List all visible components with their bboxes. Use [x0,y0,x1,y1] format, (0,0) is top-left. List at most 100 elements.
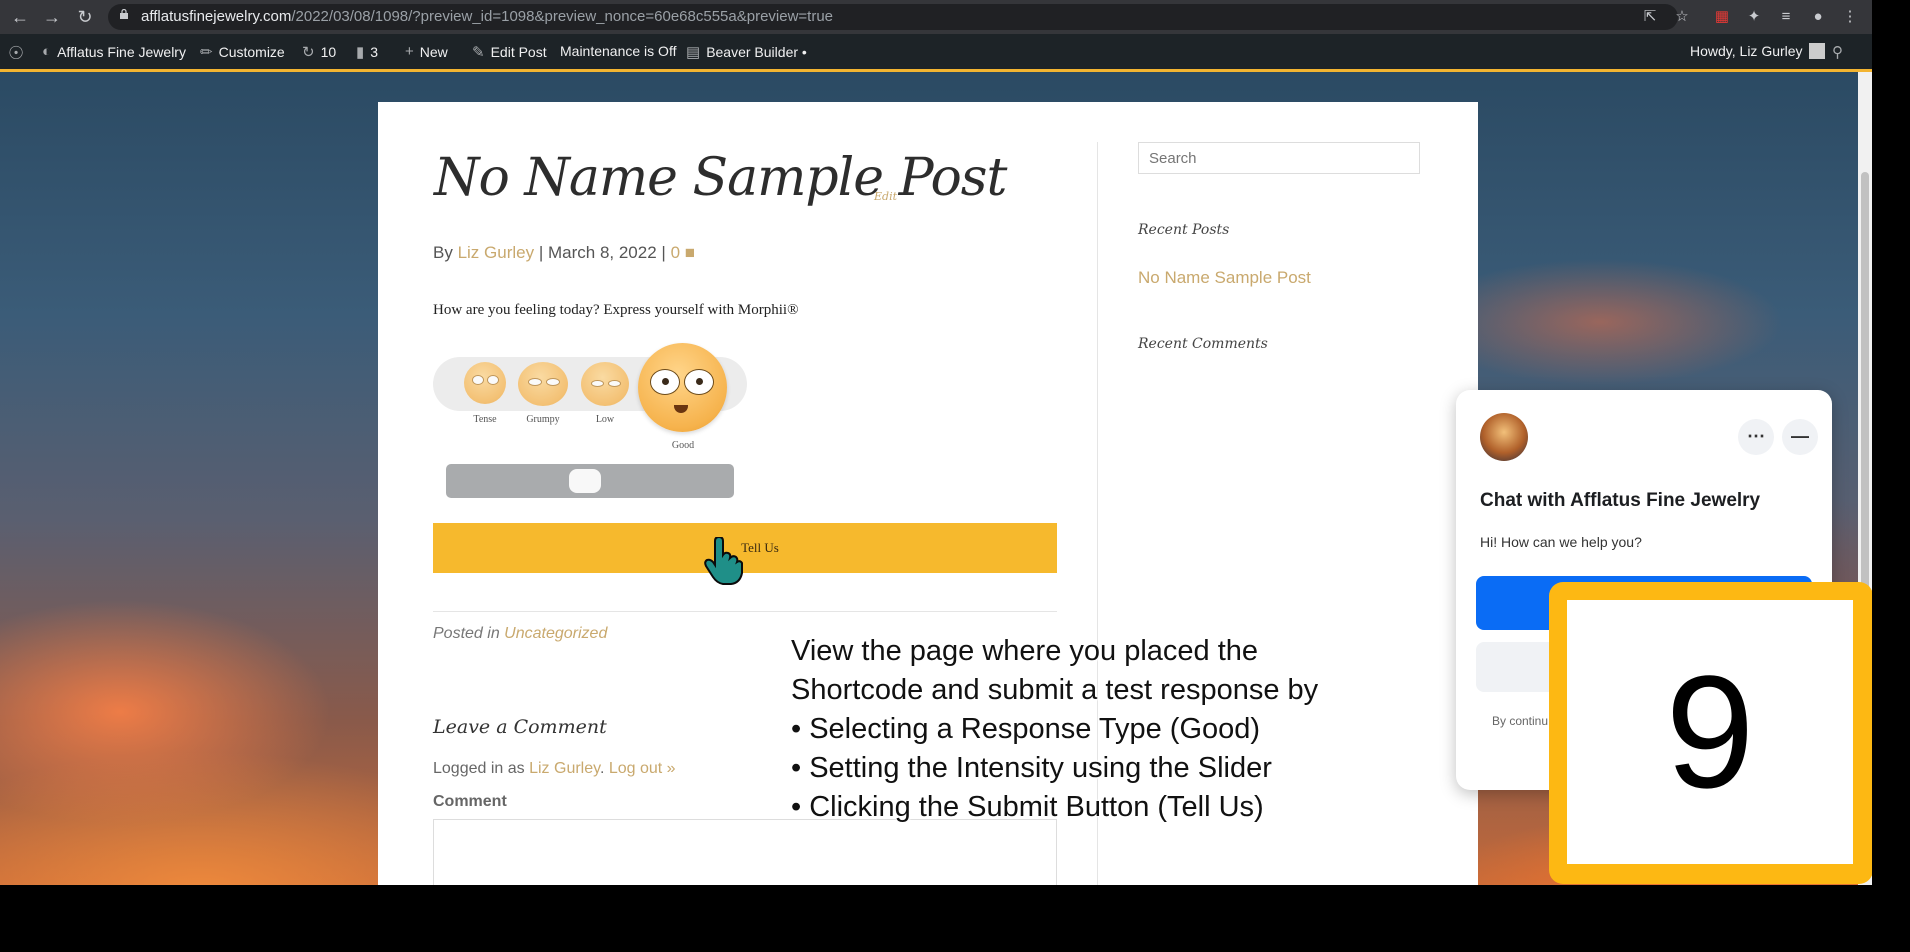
brush-icon: ✏ [200,44,213,61]
plus-icon: + [405,43,414,60]
howdy-label: Howdy, Liz Gurley [1690,43,1803,59]
hand-cursor-icon [704,537,743,585]
maintenance-label: Maintenance is Off [560,43,677,59]
logged-in-line: Logged in as Liz Gurley. Log out » [433,760,676,777]
comment-label: Comment [433,793,507,810]
eye-icon [591,380,604,387]
emoji-good-button[interactable] [638,343,727,432]
forward-arrow-icon[interactable]: → [42,7,62,27]
comments-count-link[interactable]: 0 ■ [671,243,695,262]
edit-post-label: Edit Post [490,44,547,60]
address-bar[interactable]: afflatusfinejewelry.com/2022/03/08/1098/… [108,4,1678,30]
recent-post-link[interactable]: No Name Sample Post [1138,268,1311,288]
edit-post-link[interactable]: ✎ Edit Post [472,43,547,61]
chat-consent-text: By continu [1492,714,1549,728]
emoji-label-good: Good [671,440,695,451]
post-meta: By Liz Gurley | March 8, 2022 | 0 ■ [433,243,695,263]
admin-search-icon[interactable]: ⚲ [1832,43,1843,61]
category-link[interactable]: Uncategorized [504,625,607,642]
new-label: New [419,43,448,60]
customize-label: Customize [218,44,285,60]
chat-title: Chat with Afflatus Fine Jewelry [1480,490,1761,511]
morphii-intro-text: How are you feeling today? Express yours… [433,302,799,318]
content-divider [433,611,1057,612]
beaver-builder-link[interactable]: ▤ Beaver Builder • [686,43,807,61]
emoji-label-low: Low [595,414,615,425]
emoji-low-button[interactable] [581,362,629,406]
chat-greeting: Hi! How can we help you? [1480,534,1642,550]
updates-count: 10 [320,44,337,60]
profile-avatar-icon[interactable]: ● [1808,7,1828,27]
author-link[interactable]: Liz Gurley [458,243,535,262]
eye-icon [650,369,680,395]
post-date: March 8, 2022 [548,243,657,262]
star-icon[interactable]: ☆ [1672,7,1692,27]
leave-comment-heading: Leave a Comment [433,716,607,738]
comment-textarea[interactable] [433,819,1057,885]
menu-dots-icon[interactable]: ⋮ [1840,7,1860,27]
mouth-icon [674,405,688,413]
beaver-builder-label: Beaver Builder • [706,44,807,60]
user-avatar-icon [1808,43,1825,59]
emoji-tense-button[interactable] [464,362,506,404]
by-label: By [433,243,453,262]
comments-count: 3 [370,44,379,60]
tutorial-caption: View the page where you placed the Short… [791,632,1318,827]
wp-admin-bar: ☉ ◐ Afflatus Fine Jewelry ✏ Customize ↻ 10 … [0,34,1872,72]
wordpress-logo-icon[interactable]: ☉ [8,43,24,64]
reload-icon[interactable]: ↻ [75,7,95,27]
url-path: /2022/03/08/1098/?preview_id=1098&previe… [291,8,834,25]
eye-icon [487,375,499,385]
pencil-icon: ✎ [472,44,485,61]
comments-count: 0 [670,243,681,262]
post-title: No Name Sample Post [434,148,1007,208]
user-link[interactable]: Liz Gurley [529,760,600,777]
caption-line: View the page where you placed the [791,635,1259,667]
caption-line: • Selecting a Response Type (Good) [791,713,1261,745]
builder-icon: ▤ [686,44,701,61]
recent-comments-heading: Recent Comments [1138,336,1268,352]
tell-us-label: Tell Us [741,540,779,555]
new-content-link[interactable]: + New [405,43,448,60]
back-arrow-icon[interactable]: ← [10,7,30,27]
dashboard-icon: ◐ [42,43,52,60]
eye-icon [472,375,484,385]
share-icon[interactable]: ⇱ [1640,7,1660,27]
eye-icon [608,380,621,387]
comment-icon: ■ [684,243,696,262]
emoji-label-grumpy: Grumpy [526,414,560,425]
edit-link[interactable]: Edit [874,190,897,203]
intensity-slider-knob[interactable] [569,469,601,493]
eye-icon [546,378,560,386]
customize-link[interactable]: ✏ Customize [200,43,285,61]
caption-line: Shortcode and submit a test response by [791,674,1319,706]
eye-icon [684,369,714,395]
meta-separator: | [661,243,666,262]
puzzle-icon[interactable]: ✦ [1744,7,1764,27]
reading-list-icon[interactable]: ≡ [1776,7,1796,27]
sidebar-search-input[interactable] [1138,142,1420,174]
logged-in-label: Logged in as [433,760,525,777]
account-link[interactable]: Howdy, Liz Gurley [1690,43,1825,59]
caption-line: • Setting the Intensity using the Slider [791,752,1272,784]
logout-link[interactable]: Log out » [609,760,676,777]
posted-in: Posted in Uncategorized [433,625,607,643]
site-name-link[interactable]: ◐ Afflatus Fine Jewelry [42,43,186,60]
updates-link[interactable]: ↻ 10 [302,43,336,61]
tell-us-button[interactable]: Tell Us [433,523,1057,573]
chat-minimize-icon[interactable]: — [1782,419,1818,455]
emoji-label-tense: Tense [473,414,497,425]
url-text: afflatusfinejewelry.com/2022/03/08/1098/… [141,8,833,25]
site-name-label: Afflatus Fine Jewelry [57,43,186,60]
maintenance-link[interactable]: Maintenance is Off [560,43,676,59]
chat-options-icon[interactable]: ⋯ [1738,419,1774,455]
chat-avatar [1480,413,1528,461]
intensity-slider[interactable] [446,464,734,498]
eye-icon [528,378,542,386]
comments-link[interactable]: ▮ 3 [356,43,378,61]
comment-bubble-icon: ▮ [356,44,365,61]
updates-icon: ↻ [302,44,315,61]
step-number: 9 [1567,600,1853,864]
emoji-grumpy-button[interactable] [518,362,568,406]
extension-red-icon[interactable]: ▦ [1712,7,1732,27]
